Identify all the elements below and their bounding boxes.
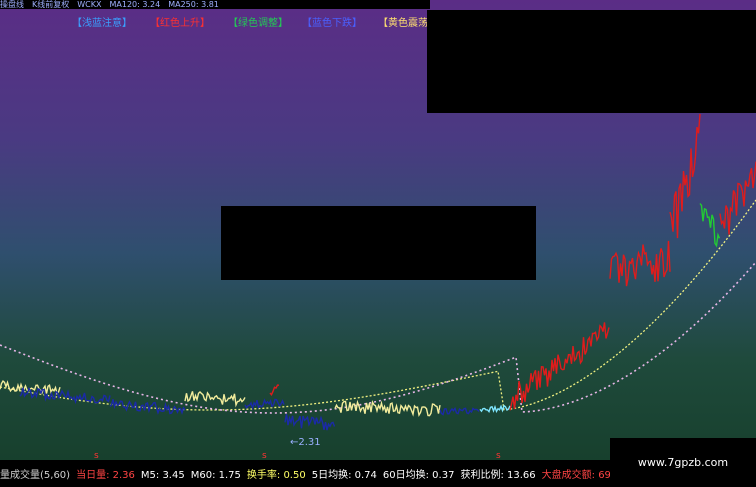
price-segment-range-3 xyxy=(334,399,441,417)
price-segment-rise-4 xyxy=(669,113,701,239)
price-segment-range-2 xyxy=(184,391,246,408)
volume-stat-1: 当日量: 2.36 xyxy=(76,470,135,481)
price-segment-rise-5 xyxy=(719,161,756,235)
title-item-0: 操盘线 xyxy=(0,0,24,9)
legend-item-2: 【绿色调整】 xyxy=(228,18,288,29)
legend-item-1: 【红色上升】 xyxy=(150,18,210,29)
title-item-3: MA120: 3.24 xyxy=(109,0,161,9)
price-segment-fall-2 xyxy=(109,399,186,415)
price-segment-fall-5 xyxy=(439,406,480,416)
title-item-1: K线前复权 xyxy=(32,0,70,9)
title-item-4: MA250: 3.81 xyxy=(168,0,219,9)
redacted-region-center xyxy=(221,206,536,280)
signal-marker-0: s xyxy=(94,451,99,461)
price-segment-range-1 xyxy=(0,380,61,395)
legend-item-0: 【浅蓝注意】 xyxy=(72,18,132,29)
volume-stat-7: 获利比例: 13.66 xyxy=(460,470,536,481)
price-segment-rise-3 xyxy=(609,240,671,287)
signal-marker-2: s xyxy=(496,451,501,461)
price-segment-rise-2 xyxy=(509,322,610,411)
price-segment-adjust xyxy=(699,203,721,248)
volume-stat-2: M5: 3.45 xyxy=(140,470,185,481)
volume-stat-8: 大盘成交额: 696.59 xyxy=(541,470,610,481)
moving-average-long xyxy=(0,261,756,414)
volume-stat-5: 5日均换: 0.74 xyxy=(311,470,377,481)
volume-stat-0: 量成交量(5,60) xyxy=(0,470,71,481)
low-price-annotation: ←2.31 xyxy=(290,437,321,448)
price-segment-notice xyxy=(479,404,511,414)
price-segment-fall-4 xyxy=(284,414,336,431)
volume-stat-3: M60: 1.75 xyxy=(190,470,241,481)
legend-item-3: 【蓝色下跌】 xyxy=(302,18,362,29)
price-segment-fall-3 xyxy=(244,398,285,411)
signal-marker-1: s xyxy=(262,451,267,461)
volume-stat-4: 换手率: 0.50 xyxy=(246,470,306,481)
redacted-region-top-right xyxy=(427,10,756,113)
volume-stat-6: 60日均换: 0.37 xyxy=(382,470,455,481)
site-watermark: www.7gpzb.com xyxy=(610,438,756,487)
volume-indicator-bar: 量成交量(5,60) 当日量: 2.36 M5: 3.45 M60: 1.75 换手率:… xyxy=(0,465,610,487)
title-item-2: WCKX xyxy=(77,0,102,9)
indicator-title-bar: 操盘线 K线前复权 WCKX MA120: 3.24 MA250: 3.81 xyxy=(0,0,430,9)
chart-window[interactable]: 操盘线 K线前复权 WCKX MA120: 3.24 MA250: 3.81 【浅蓝注意… xyxy=(0,0,756,487)
price-segment-rise-1 xyxy=(269,384,280,396)
